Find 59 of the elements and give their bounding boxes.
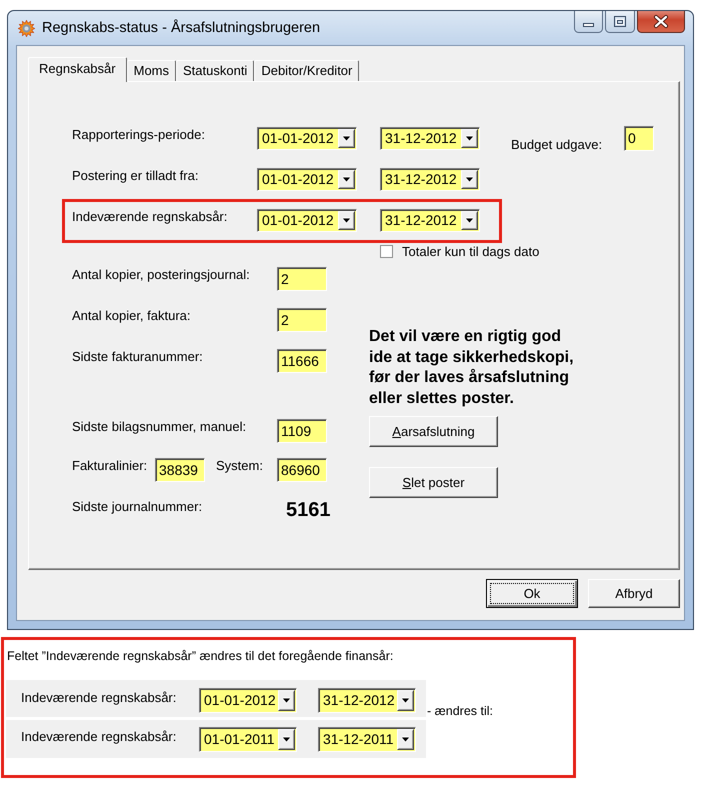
field-label: System: <box>216 458 264 473</box>
date-dropdown[interactable]: 31-12-2012 <box>380 127 480 150</box>
number-field[interactable]: 86960 <box>277 458 327 482</box>
date-dropdown[interactable]: 01-01-2012 <box>199 688 297 713</box>
field-label: Sidste bilagsnummer, manuel: <box>72 419 248 434</box>
caret-icon[interactable] <box>278 690 295 711</box>
field-label: Sidste fakturanummer: <box>72 349 204 364</box>
change-label: - ændres til: <box>427 704 493 719</box>
date-dropdown[interactable]: 01-01-2012 <box>257 209 357 232</box>
checkbox-label: Totaler kun til dags dato <box>402 244 540 259</box>
caret-icon[interactable] <box>338 170 355 189</box>
tab[interactable]: Debitor/Kreditor <box>254 60 360 81</box>
tab[interactable]: Regnskabsår <box>28 57 127 82</box>
number-field[interactable]: 11666 <box>277 349 327 373</box>
close-icon[interactable] <box>637 11 685 33</box>
minimize-icon[interactable] <box>574 11 603 33</box>
window-title: Regnskabs-status - Årsafslutningsbrugeren <box>42 19 320 37</box>
field-label: Antal kopier, faktura: <box>72 308 192 323</box>
date-dropdown[interactable]: 31-12-2012 <box>318 688 416 713</box>
number-field[interactable]: 2 <box>277 308 327 332</box>
field-label: Antal kopier, posteringsjournal: <box>72 267 251 282</box>
checkbox[interactable] <box>380 245 393 258</box>
field-label: Sidste journalnummer: <box>72 498 204 514</box>
field-label: Postering er tilladt fra: <box>72 168 200 183</box>
note-caption: Feltet ”Indeværende regnskabsår” ændres til det foregående finansår: <box>7 649 394 664</box>
date-dropdown[interactable]: 31-12-2011 <box>318 727 416 752</box>
field-label: Indeværende regnskabsår: <box>72 209 228 224</box>
field-label: Rapporterings-periode: <box>72 127 206 142</box>
notice-text: Det vil være en rigtig god ide at tage sikkerhedskopi, før der laves årsafslutning eller slettes poster. <box>369 327 574 408</box>
number-field[interactable]: 38839 <box>155 458 205 482</box>
date-dropdown[interactable]: 31-12-2012 <box>380 168 480 191</box>
date-dropdown[interactable]: 31-12-2012 <box>380 209 480 232</box>
dialog-button[interactable]: Afbryd <box>588 579 680 608</box>
field-label: Indeværende regnskabsår: <box>21 689 178 705</box>
action-button[interactable]: Slet poster <box>369 467 498 498</box>
tab[interactable]: Statuskonti <box>176 60 254 81</box>
caret-icon[interactable] <box>461 211 478 230</box>
tab[interactable]: Moms <box>126 60 176 81</box>
gear-icon <box>18 20 35 36</box>
dialog-button[interactable]: Ok <box>486 579 578 608</box>
caret-icon[interactable] <box>397 690 414 711</box>
number-field[interactable]: 2 <box>277 267 327 291</box>
caret-icon[interactable] <box>278 729 295 750</box>
field-label: Budget udgave: <box>511 137 604 152</box>
date-dropdown[interactable]: 01-01-2012 <box>257 168 357 191</box>
field-label: Indeværende regnskabsår: <box>21 728 178 744</box>
caret-icon[interactable] <box>461 129 478 148</box>
date-dropdown[interactable]: 01-01-2011 <box>199 727 297 752</box>
date-dropdown[interactable]: 01-01-2012 <box>257 127 357 150</box>
number-field[interactable]: 1109 <box>277 419 327 443</box>
caret-icon[interactable] <box>338 211 355 230</box>
field-label: Fakturalinier: <box>72 458 148 473</box>
maximize-icon[interactable] <box>605 11 635 33</box>
caret-icon[interactable] <box>338 129 355 148</box>
number-field[interactable]: 0 <box>624 126 654 151</box>
action-button[interactable]: Aarsafslutning <box>369 416 498 447</box>
caret-icon[interactable] <box>397 729 414 750</box>
caret-icon[interactable] <box>461 170 478 189</box>
journal-number: 5161 <box>286 498 330 522</box>
